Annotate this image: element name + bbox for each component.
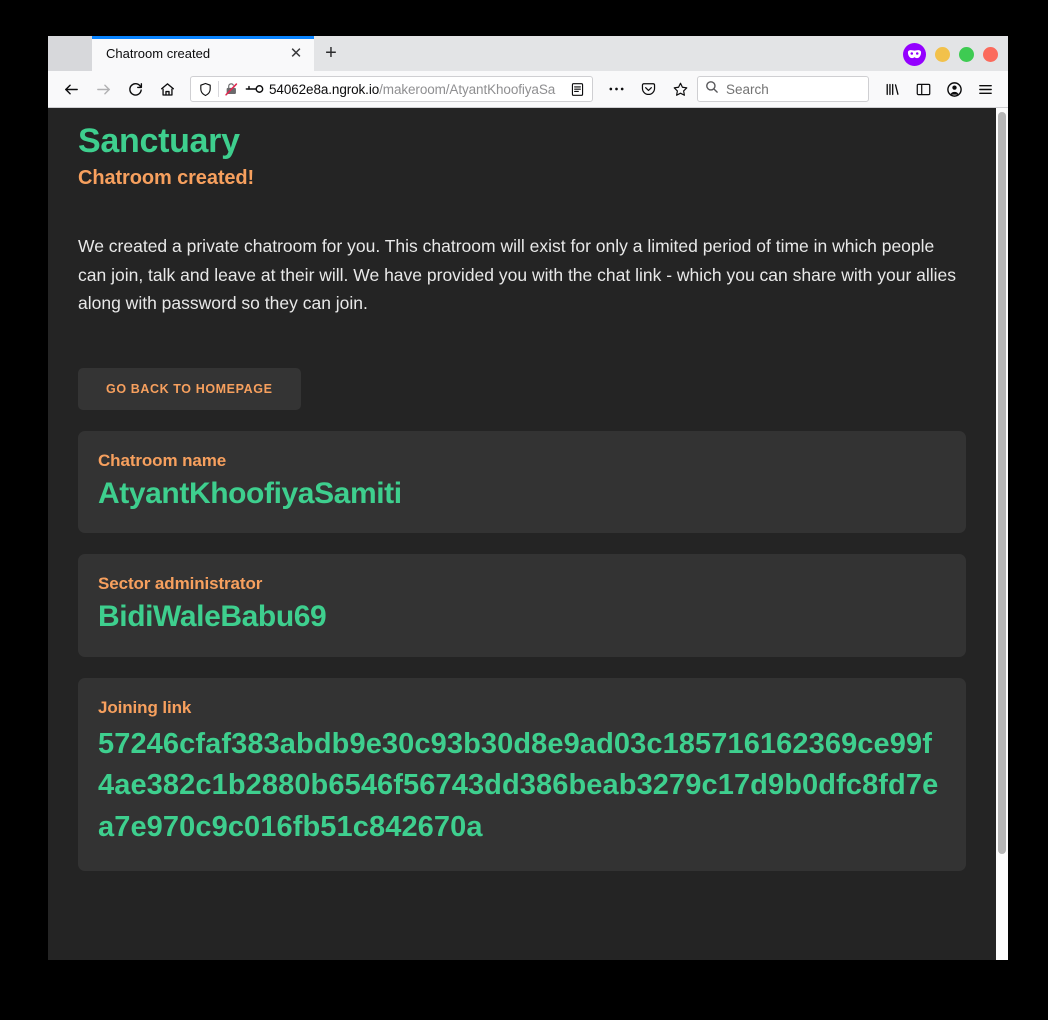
- sector-administrator-value: BidiWaleBabu69: [98, 600, 327, 634]
- navigation-toolbar: 54062e8a.ngrok.io/makeroom/AtyantKhoofiy…: [48, 71, 1008, 108]
- back-arrow-icon[interactable]: [56, 75, 86, 103]
- home-icon[interactable]: [152, 75, 182, 103]
- page-subtitle: Chatroom created!: [78, 167, 255, 189]
- saved-login-key-icon[interactable]: [245, 83, 264, 95]
- account-avatar-icon[interactable]: [939, 75, 969, 103]
- tab-strip-left-spacer: [48, 36, 92, 71]
- chatroom-name-card: Chatroom name AtyantKhoofiyaSamiti: [78, 430, 966, 534]
- close-window-button[interactable]: [983, 47, 998, 62]
- chatroom-name-value: AtyantKhoofiyaSamiti: [98, 476, 402, 510]
- page-title: Sanctuary: [78, 122, 240, 160]
- tracking-protection-shield-icon[interactable]: [198, 82, 213, 97]
- new-tab-button[interactable]: +: [314, 36, 348, 71]
- page-viewport: Sanctuary Chatroom created! We created a…: [48, 108, 1008, 960]
- chatroom-name-label: Chatroom name: [98, 450, 227, 470]
- close-icon[interactable]: ✕: [286, 44, 306, 64]
- container-mask-icon[interactable]: [903, 43, 926, 66]
- urlbar-divider: [218, 81, 219, 97]
- address-bar[interactable]: 54062e8a.ngrok.io/makeroom/AtyantKhoofiy…: [190, 76, 593, 102]
- window-controls: [903, 43, 998, 66]
- insecure-connection-icon[interactable]: [224, 82, 240, 97]
- reader-view-icon[interactable]: [566, 78, 588, 100]
- urlbar-actions: [566, 78, 588, 100]
- joining-link-label: Joining link: [98, 697, 192, 717]
- search-placeholder: Search: [726, 81, 769, 97]
- browser-window: Chatroom created ✕ + 54062e8a.ngrok.io/m…: [48, 36, 1008, 960]
- url-path: /makeroom/AtyantKhoofiyaSa: [379, 81, 556, 97]
- sidebar-icon[interactable]: [908, 75, 938, 103]
- page-scrollbar[interactable]: [996, 108, 1008, 960]
- tab-chatroom-created[interactable]: Chatroom created ✕: [92, 36, 314, 71]
- maximize-button[interactable]: [959, 47, 974, 62]
- forward-arrow-icon[interactable]: [88, 75, 118, 103]
- toolbar-right-buttons: [877, 75, 1000, 103]
- joining-link-value[interactable]: 57246cfaf383abdb9e30c93b30d8e9ad03c18571…: [98, 724, 946, 849]
- bookmark-star-icon[interactable]: [665, 75, 695, 103]
- library-icon[interactable]: [877, 75, 907, 103]
- page-content: Sanctuary Chatroom created! We created a…: [48, 108, 996, 960]
- page-actions-ellipsis-icon[interactable]: [601, 75, 631, 103]
- sector-administrator-card: Sector administrator BidiWaleBabu69: [78, 554, 966, 657]
- minimize-button[interactable]: [935, 47, 950, 62]
- hamburger-menu-icon[interactable]: [970, 75, 1000, 103]
- joining-link-card: Joining link 57246cfaf383abdb9e30c93b30d…: [78, 677, 966, 871]
- address-bar-text[interactable]: 54062e8a.ngrok.io/makeroom/AtyantKhoofiy…: [269, 82, 561, 97]
- search-input[interactable]: Search: [697, 76, 869, 102]
- reload-icon[interactable]: [120, 75, 150, 103]
- tab-title: Chatroom created: [106, 46, 211, 61]
- search-icon: [705, 80, 719, 99]
- scrollbar-thumb[interactable]: [998, 112, 1006, 854]
- sector-administrator-label: Sector administrator: [98, 574, 263, 594]
- intro-paragraph: We created a private chatroom for you. T…: [78, 236, 957, 314]
- url-domain: 54062e8a.ngrok.io: [269, 81, 380, 97]
- pocket-icon[interactable]: [633, 75, 663, 103]
- tab-strip: Chatroom created ✕ +: [48, 36, 1008, 71]
- go-back-to-homepage-button[interactable]: GO BACK TO HOMEPAGE: [78, 367, 301, 410]
